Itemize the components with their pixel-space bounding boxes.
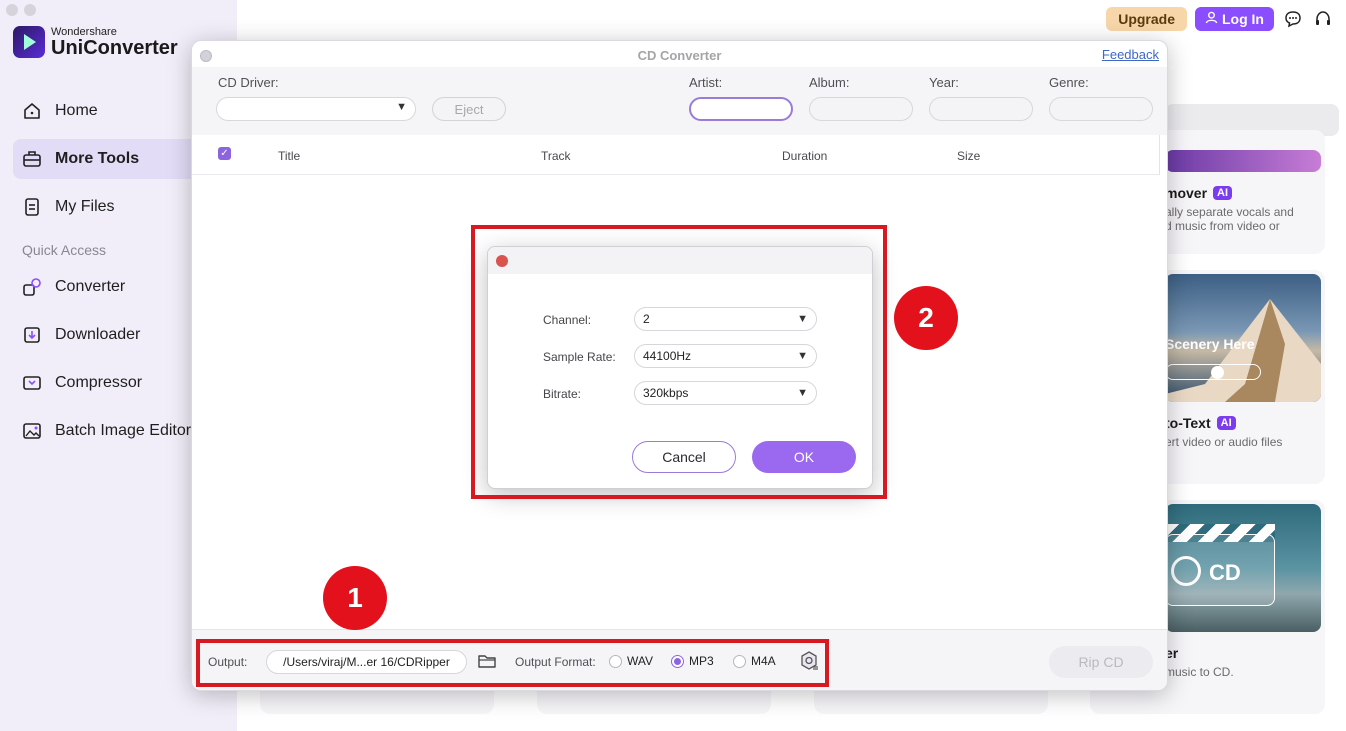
sidebar-item-label: Compressor — [55, 374, 143, 391]
tool-card-desc: music to CD. — [1165, 665, 1234, 679]
cd-driver-label: CD Driver: — [218, 75, 279, 90]
tool-card-desc: ert video or audio files — [1165, 435, 1283, 449]
artist-input[interactable] — [689, 97, 793, 121]
thumb-slider-knob — [1211, 366, 1224, 379]
home-icon — [21, 100, 43, 122]
ai-badge: AI — [1213, 186, 1233, 200]
tool-card-title: to-Text AI — [1165, 415, 1236, 431]
genre-input[interactable] — [1049, 97, 1153, 121]
cd-info-header: CD Driver: ▼ Eject Artist: Album: Year: … — [192, 67, 1167, 135]
genre-label: Genre: — [1049, 75, 1089, 90]
image-edit-icon — [21, 420, 43, 442]
highlight-box-footer — [196, 639, 829, 687]
track-table-header: ✓ Title Track Duration Size — [192, 135, 1159, 175]
column-divider — [1159, 135, 1160, 175]
user-icon — [1205, 11, 1218, 27]
sidebar-item-label: Home — [55, 102, 98, 119]
window-controls — [6, 4, 36, 16]
sidebar-item-label: More Tools — [55, 150, 140, 167]
support-headset-icon[interactable] — [1312, 8, 1334, 30]
column-size[interactable]: Size — [957, 149, 980, 163]
select-all-checkbox[interactable]: ✓ — [218, 147, 231, 160]
brand-product: UniConverter — [51, 37, 178, 59]
album-label: Album: — [809, 75, 850, 90]
tool-card-desc: ally separate vocals and d music from vid… — [1165, 205, 1294, 233]
cd-converter-title: CD Converter — [637, 48, 722, 63]
minimize-window-button[interactable] — [24, 4, 36, 16]
tool-thumbnail: Scenery Here — [1165, 274, 1321, 402]
year-input[interactable] — [929, 97, 1033, 121]
ai-badge: AI — [1216, 416, 1236, 430]
chevron-down-icon: ▼ — [396, 101, 407, 113]
highlight-box-settings — [471, 225, 887, 499]
sidebar-item-label: Downloader — [55, 326, 141, 343]
sidebar-item-label: Batch Image Editor — [55, 422, 192, 439]
app-window: Wondershare UniConverter Home More Tools… — [0, 0, 1346, 731]
scenery-text: Scenery Here — [1165, 336, 1255, 352]
tool-card-title: mover AI — [1165, 185, 1233, 201]
tool-thumbnail — [1165, 150, 1321, 172]
sidebar-item-label: Converter — [55, 278, 126, 295]
step-badge-2: 2 — [894, 286, 958, 350]
quick-access-heading: Quick Access — [22, 242, 107, 258]
uniconverter-logo-icon — [13, 26, 45, 58]
column-title[interactable]: Title — [278, 149, 300, 163]
tool-thumbnail: CD — [1165, 504, 1321, 632]
toolbox-icon — [21, 148, 43, 170]
artist-label: Artist: — [689, 75, 723, 90]
rip-cd-button[interactable]: Rip CD — [1049, 646, 1153, 678]
brand: Wondershare UniConverter — [13, 26, 178, 58]
column-duration[interactable]: Duration — [782, 149, 827, 163]
close-window-button[interactable] — [6, 4, 18, 16]
login-button[interactable]: Log In — [1195, 7, 1274, 31]
upgrade-button[interactable]: Upgrade — [1106, 7, 1187, 31]
top-right-toolbar: Upgrade Log In — [1106, 7, 1334, 31]
step-badge-1: 1 — [323, 566, 387, 630]
file-icon — [21, 196, 43, 218]
chat-icon[interactable] — [1282, 8, 1304, 30]
compress-icon — [21, 372, 43, 394]
eject-button[interactable]: Eject — [432, 97, 506, 121]
converter-icon — [21, 276, 43, 298]
disc-icon — [1171, 556, 1201, 586]
album-input[interactable] — [809, 97, 913, 121]
feedback-link[interactable]: Feedback — [1102, 47, 1159, 62]
download-icon — [21, 324, 43, 346]
cd-text: CD — [1209, 560, 1241, 585]
tool-card-partial[interactable] — [537, 690, 771, 714]
cd-driver-select[interactable]: ▼ — [216, 97, 416, 121]
column-track[interactable]: Track — [541, 149, 571, 163]
tool-card-partial[interactable] — [814, 690, 1048, 714]
login-label: Log In — [1222, 11, 1264, 27]
tool-card-partial[interactable] — [260, 690, 494, 714]
sidebar-item-label: My Files — [55, 198, 115, 215]
year-label: Year: — [929, 75, 959, 90]
